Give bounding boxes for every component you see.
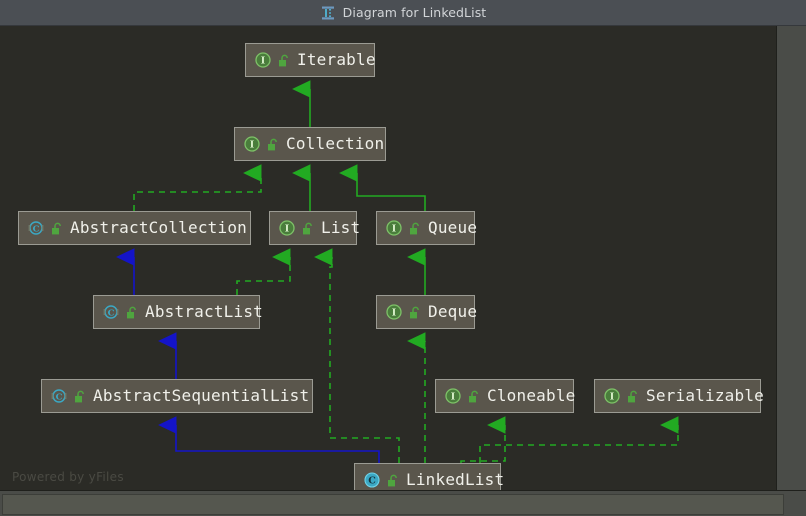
interface-icon: I bbox=[255, 52, 271, 68]
node-label: Collection bbox=[286, 134, 385, 153]
interface-icon: I bbox=[604, 388, 620, 404]
edge-linkedlist-cloneable bbox=[460, 416, 506, 463]
public-lock-icon bbox=[409, 305, 421, 319]
node-collection[interactable]: I Collection bbox=[234, 127, 386, 161]
edge-abstractcollection-collection bbox=[133, 164, 262, 211]
svg-text:I: I bbox=[250, 140, 255, 151]
interface-icon: I bbox=[279, 220, 295, 236]
svg-text:C: C bbox=[56, 392, 63, 402]
svg-text:C: C bbox=[368, 476, 376, 487]
svg-text:C: C bbox=[33, 224, 40, 234]
node-label: Queue bbox=[428, 218, 478, 237]
node-label: Iterable bbox=[297, 50, 376, 69]
node-label: LinkedList bbox=[406, 470, 505, 489]
interface-icon: I bbox=[445, 388, 461, 404]
public-lock-icon bbox=[387, 473, 399, 487]
svg-text:I: I bbox=[392, 308, 397, 319]
edge-queue-collection bbox=[339, 164, 426, 211]
edge-abstractlist-list bbox=[236, 248, 291, 295]
edge-linkedlist-list bbox=[314, 248, 400, 463]
node-deque[interactable]: I Deque bbox=[376, 295, 478, 329]
svg-text:I: I bbox=[451, 392, 456, 403]
node-abstract-collection[interactable]: C AbstractCollection bbox=[18, 211, 251, 245]
node-label: AbstractList bbox=[145, 302, 263, 321]
node-label: AbstractCollection bbox=[70, 218, 247, 237]
node-list[interactable]: I List bbox=[269, 211, 361, 245]
diagram-hierarchy-icon bbox=[320, 5, 336, 21]
edge-linkedlist-serializable bbox=[479, 416, 679, 463]
window-title: Diagram for LinkedList bbox=[342, 4, 487, 20]
public-lock-icon bbox=[74, 389, 86, 403]
diagram-edges bbox=[116, 80, 679, 463]
window-titlebar: Diagram for LinkedList bbox=[0, 0, 806, 26]
public-lock-icon bbox=[267, 137, 279, 151]
public-lock-icon bbox=[126, 305, 138, 319]
horizontal-scrollbar-panel[interactable] bbox=[0, 490, 806, 516]
node-iterable[interactable]: I Iterable bbox=[245, 43, 375, 77]
node-label: List bbox=[321, 218, 361, 237]
yfiles-watermark: Powered by yFiles bbox=[12, 470, 124, 484]
public-lock-icon bbox=[302, 221, 314, 235]
node-cloneable[interactable]: I Cloneable bbox=[435, 379, 576, 413]
node-abstract-sequential-list[interactable]: C AbstractSequentialList bbox=[41, 379, 313, 413]
class-icon: C bbox=[364, 472, 380, 488]
public-lock-icon bbox=[627, 389, 639, 403]
public-lock-icon bbox=[409, 221, 421, 235]
node-label: AbstractSequentialList bbox=[93, 386, 310, 405]
node-abstract-list[interactable]: C AbstractList bbox=[93, 295, 263, 329]
diagram-canvas[interactable]: I Iterable I Collection C AbstractCollec… bbox=[0, 26, 806, 516]
abstract-class-icon: C bbox=[103, 304, 119, 320]
public-lock-icon bbox=[51, 221, 63, 235]
interface-icon: I bbox=[244, 136, 260, 152]
node-serializable[interactable]: I Serializable bbox=[594, 379, 764, 413]
node-label: Serializable bbox=[646, 386, 764, 405]
public-lock-icon bbox=[278, 53, 290, 67]
interface-icon: I bbox=[386, 304, 402, 320]
node-label: Deque bbox=[428, 302, 478, 321]
svg-text:I: I bbox=[610, 392, 615, 403]
interface-icon: I bbox=[386, 220, 402, 236]
node-queue[interactable]: I Queue bbox=[376, 211, 478, 245]
svg-text:C: C bbox=[108, 308, 115, 318]
public-lock-icon bbox=[468, 389, 480, 403]
svg-text:I: I bbox=[392, 224, 397, 235]
vertical-scrollbar-panel[interactable] bbox=[776, 26, 806, 490]
node-label: Cloneable bbox=[487, 386, 576, 405]
abstract-class-icon: C bbox=[28, 220, 44, 236]
svg-text:I: I bbox=[261, 56, 266, 67]
svg-text:I: I bbox=[285, 224, 290, 235]
edge-linkedlist-abstractsequentiallist bbox=[158, 416, 380, 463]
diagram-window: Diagram for LinkedList I Iterable I Coll… bbox=[0, 0, 806, 516]
abstract-class-icon: C bbox=[51, 388, 67, 404]
